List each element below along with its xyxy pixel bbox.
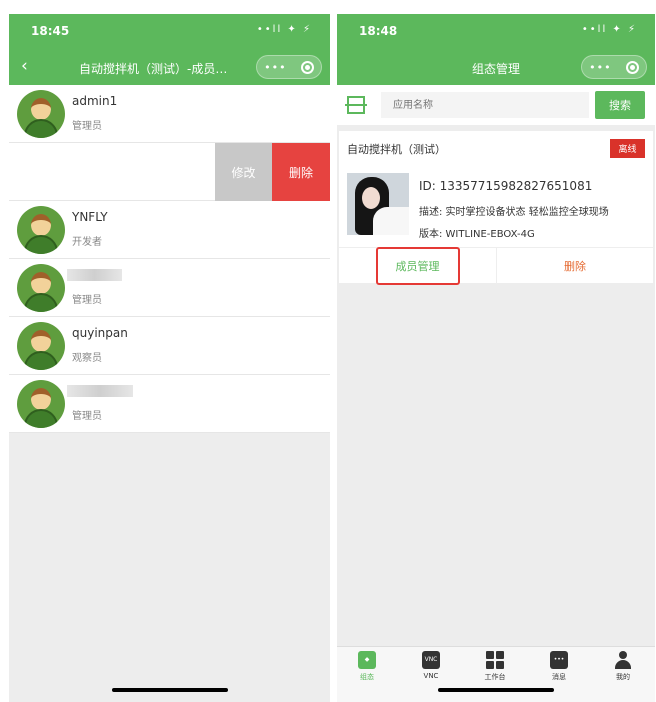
vnc-icon: VNC (422, 651, 440, 669)
tab-vnc[interactable]: VNC VNC (401, 651, 461, 680)
member-row[interactable]: 管理员 (9, 259, 330, 317)
tab-label: 消息 (552, 673, 566, 681)
status-icons: ••ll ✦ ⚡ (256, 24, 312, 35)
member-role: 开发者 (72, 237, 102, 248)
blurred-member-name (67, 269, 122, 281)
more-icon[interactable]: ••• (589, 61, 611, 74)
avatar-icon (17, 322, 65, 370)
delete-device-button[interactable]: 删除 (497, 248, 653, 284)
member-list-screen: 18:45 ••ll ✦ ⚡ ‹ 自动搅拌机（测试）-成员… ••• admin… (9, 14, 330, 702)
grid-icon (486, 651, 504, 669)
page-title: 自动搅拌机（测试）-成员… (79, 62, 228, 76)
status-time: 18:45 (31, 24, 70, 38)
avatar-icon (17, 206, 65, 254)
search-bar: 搜索 (337, 85, 655, 125)
home-indicator (438, 688, 554, 692)
close-target-icon[interactable] (625, 60, 639, 74)
device-id: ID: 13357715982827651081 (419, 179, 593, 193)
member-name: quyinpan (72, 326, 128, 340)
member-role: 管理员 (72, 411, 102, 422)
scan-icon[interactable] (345, 96, 367, 114)
status-badge: 离线 (610, 139, 645, 158)
tab-label: 我的 (616, 673, 630, 681)
device-description: 描述: 实时掌控设备状态 轻松监控全球现场 (419, 207, 609, 218)
device-title: 自动搅拌机（测试） (347, 143, 446, 156)
delete-member-button[interactable]: 删除 (272, 143, 330, 201)
search-input[interactable] (381, 92, 589, 118)
member-row[interactable]: YNFLY 开发者 (9, 201, 330, 259)
header-bar: 18:48 ••ll ✦ ⚡ 组态管理 ••• (337, 14, 655, 85)
member-role: 管理员 (72, 295, 102, 306)
avatar-icon (17, 380, 65, 428)
tab-workbench[interactable]: 工作台 (465, 651, 525, 682)
search-button[interactable]: 搜索 (595, 91, 645, 119)
member-management-label: 成员管理 (375, 247, 460, 285)
tab-messages[interactable]: ••• 消息 (529, 651, 589, 682)
tab-bar: ◆ 组态 VNC VNC 工作台 ••• 消息 我的 (337, 646, 655, 702)
more-icon[interactable]: ••• (264, 61, 286, 74)
status-icons: ••ll ✦ ⚡ (581, 24, 637, 35)
mini-program-capsule: ••• (581, 55, 647, 79)
header-bar: 18:45 ••ll ✦ ⚡ ‹ 自动搅拌机（测试）-成员… ••• (9, 14, 330, 85)
status-time: 18:48 (359, 24, 398, 38)
chat-icon: ••• (550, 651, 568, 669)
member-name: YNFLY (72, 210, 108, 224)
device-card[interactable]: 自动搅拌机（测试） 离线 ID: 13357715982827651081 描述… (339, 131, 653, 285)
config-management-screen: 18:48 ••ll ✦ ⚡ 组态管理 ••• 搜索 自动搅拌机（测试） 离线 … (337, 14, 655, 702)
member-role: 观察员 (72, 353, 102, 364)
edit-member-button[interactable]: 修改 (215, 143, 272, 201)
member-role: 管理员 (72, 121, 102, 132)
member-row-swiped[interactable]: 修改 删除 (9, 143, 330, 201)
person-icon (614, 651, 632, 669)
member-management-button[interactable]: 成员管理 (339, 247, 497, 285)
device-thumbnail (347, 173, 409, 235)
member-row[interactable]: admin1 管理员 (9, 85, 330, 143)
mini-program-capsule: ••• (256, 55, 322, 79)
avatar-icon (17, 90, 65, 138)
close-target-icon[interactable] (300, 60, 314, 74)
layers-icon: ◆ (358, 651, 376, 669)
back-arrow-icon[interactable]: ‹ (21, 56, 28, 76)
home-indicator (111, 688, 228, 692)
tab-label: VNC (423, 672, 439, 680)
card-actions: 成员管理 删除 (339, 247, 653, 285)
blurred-member-name (67, 385, 133, 397)
tab-mine[interactable]: 我的 (593, 651, 653, 682)
avatar-icon (17, 264, 65, 312)
member-row[interactable]: quyinpan 观察员 (9, 317, 330, 375)
tab-label: 工作台 (484, 673, 506, 681)
tab-config[interactable]: ◆ 组态 (337, 651, 397, 682)
member-name: admin1 (72, 94, 118, 108)
tab-label: 组态 (360, 673, 374, 681)
member-row[interactable]: 管理员 (9, 375, 330, 433)
device-version: 版本: WITLINE-EBOX-4G (419, 229, 535, 240)
